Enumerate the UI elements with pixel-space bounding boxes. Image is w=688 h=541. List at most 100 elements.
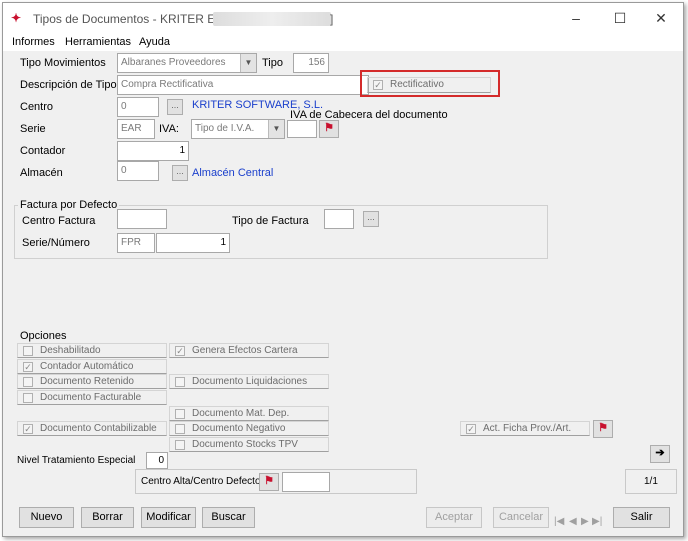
checkbox-icon (175, 424, 185, 434)
almacen-lookup-button[interactable]: ... (172, 165, 188, 181)
documento-retenido-checkbox[interactable]: Documento Retenido (17, 374, 167, 389)
arrow-right-icon[interactable]: ➔ (650, 445, 670, 463)
close-button[interactable]: ✕ (652, 9, 670, 27)
tipo-movimientos-value: Albaranes Proveedores (121, 57, 226, 68)
iva-cabecera-input[interactable] (287, 120, 317, 138)
descripcion-label: Descripción de Tipo (20, 79, 117, 91)
factura-title: Factura por Defecto (18, 199, 120, 211)
serie-numero-label: Serie/Número (22, 237, 90, 249)
checkmark-icon: ✓ (175, 346, 185, 356)
window-title-suffix: ] (330, 12, 334, 26)
tool-icon[interactable]: ⚑ (319, 120, 339, 138)
almacen-label: Almacén (20, 167, 63, 179)
documento-stocks-tpv-checkbox[interactable]: Documento Stocks TPV (169, 437, 329, 452)
iva-value: Tipo de I.V.A. (195, 123, 255, 134)
almacen-input[interactable]: 0 (117, 161, 159, 181)
tipo-factura-input[interactable] (324, 209, 354, 229)
factura-groupbox (14, 205, 548, 259)
serie-input[interactable]: EAR (117, 119, 155, 139)
contador-automatico-label: Contador Automático (40, 361, 134, 372)
aceptar-button[interactable]: Aceptar (426, 507, 482, 528)
chevron-down-icon[interactable]: ▼ (268, 120, 284, 138)
chevron-down-icon[interactable]: ▼ (240, 54, 256, 72)
salir-button[interactable]: Salir (613, 507, 670, 528)
opciones-title: Opciones (20, 330, 67, 342)
first-record-icon[interactable]: |◀ (554, 516, 564, 527)
checkbox-icon (23, 346, 33, 356)
documento-contabilizable-checkbox[interactable]: ✓ Documento Contabilizable (17, 421, 167, 436)
checkbox-icon (175, 409, 185, 419)
deshabilitado-checkbox[interactable]: Deshabilitado (17, 343, 167, 358)
checkbox-icon (175, 377, 185, 387)
main-window: ✦ Tipos de Documentos - KRITER ERP - [ ]… (2, 2, 684, 537)
centro-label: Centro (20, 101, 54, 113)
next-record-icon[interactable]: ▶ (581, 516, 589, 527)
cancelar-button[interactable]: Cancelar (493, 507, 549, 528)
documento-liquidaciones-label: Documento Liquidaciones (192, 376, 308, 387)
almacen-name-link[interactable]: Almacén Central (192, 167, 273, 179)
numero-factura-input[interactable]: 1 (156, 233, 230, 253)
serie-factura-input[interactable]: FPR (117, 233, 155, 253)
documento-mat-dep-checkbox[interactable]: Documento Mat. Dep. (169, 406, 329, 421)
documento-liquidaciones-checkbox[interactable]: Documento Liquidaciones (169, 374, 329, 389)
tipo-factura-label: Tipo de Factura (232, 215, 309, 227)
act-ficha-checkbox[interactable]: ✓ Act. Ficha Prov./Art. (460, 421, 590, 436)
checkmark-icon: ✓ (23, 362, 33, 372)
tipo-movimientos-label: Tipo Movimientos (20, 57, 106, 69)
nuevo-button[interactable]: Nuevo (19, 507, 74, 528)
documento-negativo-label: Documento Negativo (192, 423, 286, 434)
checkbox-icon (175, 440, 185, 450)
documento-facturable-checkbox[interactable]: Documento Facturable (17, 390, 167, 405)
centro-factura-label: Centro Factura (22, 215, 96, 227)
title-bar: ✦ Tipos de Documentos - KRITER ERP - [ ]… (3, 3, 683, 33)
modificar-button[interactable]: Modificar (141, 507, 196, 528)
checkbox-icon (23, 377, 33, 387)
menu-informes[interactable]: Informes (12, 36, 55, 48)
documento-retenido-label: Documento Retenido (40, 376, 134, 387)
rectificativo-checkbox[interactable]: ✓ Rectificativo (367, 77, 491, 93)
checkbox-icon (23, 393, 33, 403)
tipo-label: Tipo (262, 57, 283, 69)
contador-automatico-checkbox[interactable]: ✓ Contador Automático (17, 359, 167, 374)
last-record-icon[interactable]: ▶| (592, 516, 602, 527)
record-counter: 1/1 (644, 476, 658, 487)
tool-icon[interactable]: ⚑ (259, 473, 279, 491)
minimize-button[interactable]: – (567, 9, 585, 27)
documento-mat-dep-label: Documento Mat. Dep. (192, 408, 290, 419)
act-ficha-label: Act. Ficha Prov./Art. (483, 423, 572, 434)
documento-stocks-tpv-label: Documento Stocks TPV (192, 439, 298, 450)
centro-factura-input[interactable] (117, 209, 167, 229)
tipo-factura-lookup-button[interactable]: ... (363, 211, 379, 227)
contador-label: Contador (20, 145, 66, 157)
iva-label: IVA: (159, 123, 179, 135)
iva-select[interactable]: Tipo de I.V.A. ▼ (191, 119, 285, 139)
nivel-tratamiento-label: Nivel Tratamiento Especial (17, 455, 136, 466)
rectificativo-label: Rectificativo (390, 79, 444, 90)
previous-record-icon[interactable]: ◀ (569, 516, 577, 527)
menu-bar: Informes Herramientas Ayuda (3, 33, 683, 51)
menu-herramientas[interactable]: Herramientas (65, 36, 131, 48)
nivel-tratamiento-input[interactable]: 0 (146, 452, 168, 469)
centro-lookup-button[interactable]: ... (167, 99, 183, 115)
genera-efectos-checkbox[interactable]: ✓ Genera Efectos Cartera (169, 343, 329, 358)
documento-negativo-checkbox[interactable]: Documento Negativo (169, 421, 329, 436)
deshabilitado-label: Deshabilitado (40, 345, 101, 356)
documento-facturable-label: Documento Facturable (40, 392, 142, 403)
checkmark-icon: ✓ (23, 424, 33, 434)
centro-alta-input[interactable] (282, 472, 330, 492)
documento-contabilizable-label: Documento Contabilizable (40, 423, 157, 434)
tipo-input[interactable]: 156 (293, 53, 329, 73)
checkmark-icon: ✓ (373, 80, 383, 90)
centro-input[interactable]: 0 (117, 97, 159, 117)
menu-ayuda[interactable]: Ayuda (139, 36, 170, 48)
maximize-button[interactable]: ☐ (611, 9, 629, 27)
contador-input[interactable]: 1 (117, 141, 189, 161)
borrar-button[interactable]: Borrar (81, 507, 134, 528)
centro-alta-label: Centro Alta/Centro Defecto (141, 476, 261, 487)
buscar-button[interactable]: Buscar (202, 507, 255, 528)
title-redacted (213, 12, 331, 26)
descripcion-input[interactable]: Compra Rectificativa (117, 75, 369, 95)
tipo-movimientos-select[interactable]: Albaranes Proveedores ▼ (117, 53, 257, 73)
serie-label: Serie (20, 123, 46, 135)
tool-icon[interactable]: ⚑ (593, 420, 613, 438)
